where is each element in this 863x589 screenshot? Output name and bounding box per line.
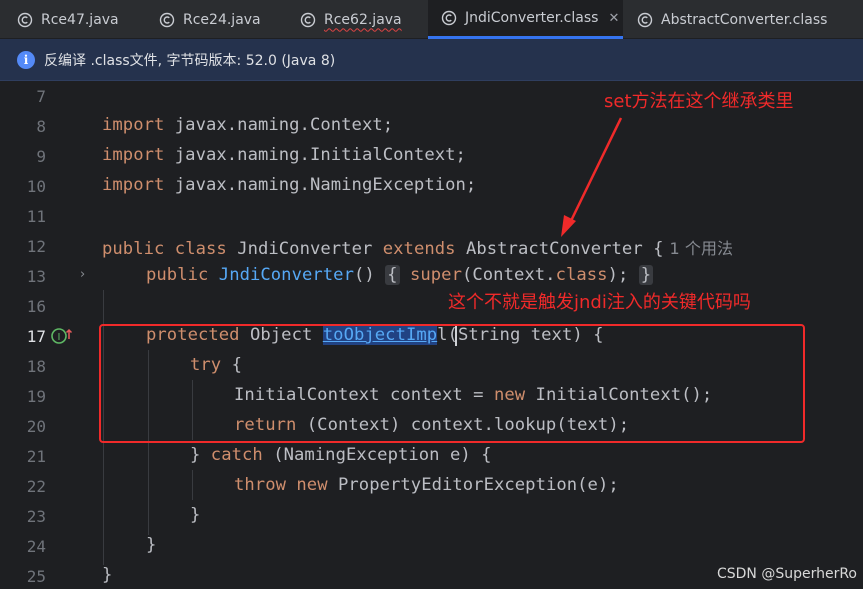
highlight-box [99,324,805,443]
tab-rce24[interactable]: Rce24.java [159,0,261,39]
code-line: 23 } [0,502,863,532]
code-text: import javax.naming.InitialContext; [102,145,466,165]
fold-arrow-icon[interactable]: › [80,267,85,282]
code-text: import javax.naming.NamingException; [102,175,477,195]
banner-text: 反编译 .class文件, 字节码版本: 52.0 (Java 8) [44,52,336,69]
code-text: } [146,535,157,555]
line-number: 21 [26,447,46,466]
code-line: 8 import javax.naming.Context; [0,112,863,142]
folded-region[interactable]: { [385,265,400,285]
code-line: 22 throw new PropertyEditorException(e); [0,472,863,502]
line-number: 10 [26,177,46,196]
folded-region[interactable]: } [638,265,654,285]
code-line: 12 public class JndiConverter extends Ab… [0,232,863,262]
code-text: } [190,505,201,525]
line-number: 9 [36,147,46,166]
tab-abstractconverter[interactable]: AbstractConverter.class [637,0,827,39]
line-number: 20 [26,417,46,436]
tab-rce47[interactable]: Rce47.java [17,0,119,39]
line-number: 19 [26,387,46,406]
code-text: public class JndiConverter extends Abstr… [102,239,734,259]
watermark: CSDN @SuperherRo [716,566,857,582]
tab-label: Rce24.java [183,11,261,28]
code-line: 11 [0,202,863,232]
code-line: 21 } catch (NamingException e) { [0,442,863,472]
line-number: 23 [26,507,46,526]
line-number: 11 [26,207,46,226]
code-line: 10 import javax.naming.NamingException; [0,172,863,202]
svg-text:I: I [58,332,61,343]
tab-label: Rce47.java [41,11,119,28]
close-icon[interactable]: ✕ [608,11,619,26]
tab-rce62[interactable]: Rce62.java [300,0,402,39]
usages-hint[interactable]: 1 个用法 [670,239,734,258]
line-number: 25 [26,567,46,586]
decompiled-info-banner: i 反编译 .class文件, 字节码版本: 52.0 (Java 8) [0,39,863,81]
line-number: 16 [26,297,46,316]
java-class-icon [300,12,316,28]
code-line: 9 import javax.naming.InitialContext; [0,142,863,172]
annotation-jndi: 这个不就是触发jndi注入的关键代码吗 [448,292,751,313]
tab-label: AbstractConverter.class [661,11,828,28]
override-gutter-icon[interactable]: I [51,327,73,349]
tab-label: JndiConverter.class [465,10,599,26]
line-number: 17 [26,327,46,346]
java-class-icon [17,12,33,28]
info-icon: i [17,50,35,69]
code-text: } catch (NamingException e) { [190,445,492,465]
java-class-icon [159,12,175,28]
editor-tab-bar: Rce47.java Rce24.java Rce62.java JndiCon… [0,0,863,39]
line-number: 22 [26,477,46,496]
code-text: import javax.naming.Context; [102,115,394,135]
code-line: 24 } [0,532,863,562]
line-number: 7 [36,87,46,106]
line-number: 24 [26,537,46,556]
line-number: 13 [26,267,46,286]
annotation-inheritance: set方法在这个继承类里 [604,91,794,112]
line-number: 8 [36,117,46,136]
class-file-icon [441,10,457,26]
tab-label: Rce62.java [324,11,402,28]
code-text: } [102,565,113,585]
annotation-arrow [561,117,623,237]
code-text: public JndiConverter() { super(Context.c… [146,265,654,285]
code-text: throw new PropertyEditorException(e); [234,475,619,495]
line-number: 18 [26,357,46,376]
tab-jndiconverter[interactable]: JndiConverter.class ✕ [428,0,623,39]
class-file-icon [637,12,653,28]
line-number: 12 [26,237,46,256]
